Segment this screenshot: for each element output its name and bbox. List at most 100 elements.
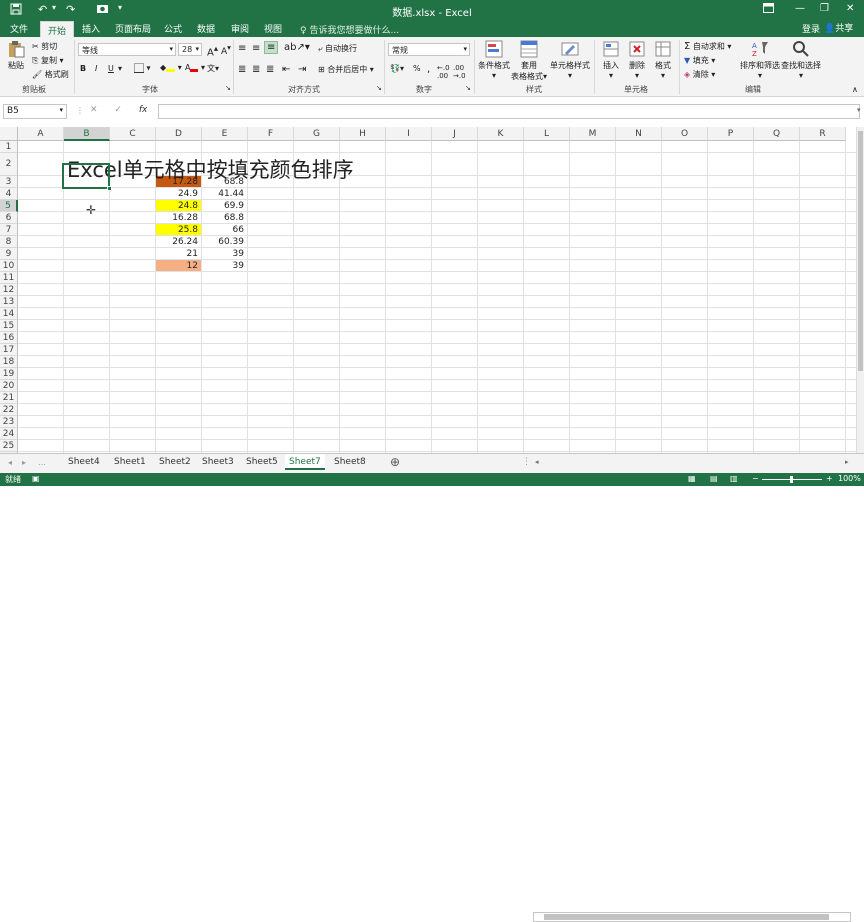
column-header-i[interactable]: I [386, 127, 432, 141]
conditional-format-button[interactable]: 条件格式 ▾ [476, 40, 512, 80]
cell-d5[interactable]: 24.8 [156, 200, 201, 211]
sheet-tab-sheet1[interactable]: Sheet1 [110, 456, 150, 468]
bold-button[interactable]: B [80, 64, 86, 73]
column-header-k[interactable]: K [478, 127, 524, 141]
column-header-f[interactable]: F [248, 127, 294, 141]
increase-indent-icon[interactable]: ⇥ [298, 64, 306, 75]
decrease-decimal-button[interactable]: .00 →.0 [453, 64, 466, 80]
cancel-icon[interactable]: ✕ [90, 105, 98, 115]
row-header-22[interactable]: 22 [0, 404, 18, 416]
font-color-button[interactable]: A ▾ [185, 63, 205, 72]
tab-file[interactable]: 文件 [10, 22, 28, 35]
tab-home[interactable]: 开始 [40, 21, 75, 37]
underline-button[interactable]: U [108, 64, 114, 73]
selected-cell-highlight[interactable] [62, 163, 112, 191]
font-size-dropdown[interactable]: 28 ▾ [178, 43, 202, 56]
cell-d9[interactable]: 21 [156, 248, 201, 259]
decrease-indent-icon[interactable]: ⇤ [282, 64, 290, 75]
row-header-16[interactable]: 16 [0, 332, 18, 344]
tab-page-layout[interactable]: 页面布局 [115, 22, 151, 35]
find-select-button[interactable]: 查找和选择 ▾ [781, 40, 821, 80]
cell-e10[interactable]: 39 [202, 260, 247, 271]
cell-e7[interactable]: 66 [202, 224, 247, 235]
column-header-p[interactable]: P [708, 127, 754, 141]
sheet-tab-sheet8[interactable]: Sheet8 [330, 456, 370, 468]
cell-e9[interactable]: 39 [202, 248, 247, 259]
row-header-5[interactable]: 5 [0, 200, 18, 212]
row-header-18[interactable]: 18 [0, 356, 18, 368]
fill-color-button[interactable]: ◆ ▾ [160, 63, 182, 72]
row-header-8[interactable]: 8 [0, 236, 18, 248]
column-header-a[interactable]: A [18, 127, 64, 141]
scroll-tabs-right-icon[interactable]: ▸ [22, 458, 26, 467]
minimize-icon[interactable]: — [795, 3, 805, 14]
zoom-in-icon[interactable]: + [826, 474, 833, 483]
comma-style-button[interactable]: , [427, 64, 430, 75]
vertical-scroll-thumb[interactable] [858, 131, 863, 371]
tab-insert[interactable]: 插入 [82, 22, 100, 35]
merge-center-button[interactable]: ⊞ 合并后居中 ▾ [318, 64, 374, 75]
name-box[interactable]: B5 ▾ [3, 104, 67, 119]
expand-formula-bar-icon[interactable]: ▾ [857, 106, 861, 114]
column-header-r[interactable]: R [800, 127, 846, 141]
cell-styles-button[interactable]: 单元格样式 ▾ [548, 40, 592, 80]
font-name-dropdown[interactable]: 等线 ▾ [78, 43, 176, 56]
worksheet-grid[interactable]: ABCDEFGHIJKLMNOPQR 1 2 3 4 5 6 7 8 9 10 11 12 13 14 15… [0, 127, 856, 453]
macro-record-icon[interactable]: ▣ [32, 474, 40, 483]
zoom-slider-thumb[interactable] [790, 476, 793, 483]
page-break-view-icon[interactable]: ▥ [730, 474, 738, 483]
align-right-icon[interactable]: ≣ [266, 64, 274, 75]
collapse-ribbon-icon[interactable]: ∧ [852, 85, 858, 94]
row-header-11[interactable]: 11 [0, 272, 18, 284]
horizontal-scrollbar[interactable] [533, 912, 851, 922]
row-header-12[interactable]: 12 [0, 284, 18, 296]
add-sheet-icon[interactable]: ⊕ [390, 455, 400, 469]
accounting-format-button[interactable]: 💱▾ [390, 64, 404, 73]
underline-dropdown-icon[interactable]: ▾ [118, 64, 122, 73]
format-painter-button[interactable]: 🖌 格式刷 [32, 69, 69, 80]
paste-button[interactable]: 粘贴 [4, 40, 28, 71]
align-top-icon[interactable]: ≡ [238, 43, 246, 54]
cell-d10[interactable]: 12 [156, 260, 201, 271]
autosum-button[interactable]: Σ 自动求和 ▾ [684, 41, 731, 52]
row-header-3[interactable]: 3 [0, 176, 18, 188]
cell-d8[interactable]: 26.24 [156, 236, 201, 247]
zoom-level[interactable]: 100% [838, 474, 861, 483]
column-header-h[interactable]: H [340, 127, 386, 141]
tell-me-box[interactable]: ♀ 告诉我您想要做什么... [300, 23, 399, 36]
column-header-c[interactable]: C [110, 127, 156, 141]
format-as-table-button[interactable]: 套用 表格格式▾ [511, 40, 547, 82]
row-header-6[interactable]: 6 [0, 212, 18, 224]
column-header-d[interactable]: D [156, 127, 202, 141]
cell-e4[interactable]: 41.44 [202, 188, 247, 199]
row-header-2[interactable]: 2 [0, 153, 18, 176]
scroll-left-icon[interactable]: ◂ [535, 458, 539, 466]
italic-button[interactable]: I [95, 64, 97, 73]
enter-icon[interactable]: ✓ [114, 105, 122, 115]
scroll-right-icon[interactable]: ▸ [845, 458, 849, 466]
share-button[interactable]: 👤共享 [824, 21, 853, 34]
fill-button[interactable]: ▼ 填充 ▾ [684, 55, 715, 66]
sheet-tab-sheet2[interactable]: Sheet2 [155, 456, 195, 468]
tab-review[interactable]: 审阅 [231, 22, 249, 35]
tab-data[interactable]: 数据 [197, 22, 215, 35]
number-format-dropdown[interactable]: 常规 ▾ [388, 43, 470, 56]
row-header-1[interactable]: 1 [0, 141, 18, 153]
login-link[interactable]: 登录 [802, 22, 820, 35]
font-dialog-launcher-icon[interactable]: ↘ [225, 84, 231, 92]
more-tabs-icon[interactable]: … [38, 458, 46, 467]
cell-d7[interactable]: 25.8 [156, 224, 201, 235]
tab-view[interactable]: 视图 [264, 22, 282, 35]
close-icon[interactable]: ✕ [846, 3, 854, 14]
zoom-out-icon[interactable]: − [752, 474, 759, 483]
column-header-g[interactable]: G [294, 127, 340, 141]
column-header-e[interactable]: E [202, 127, 248, 141]
align-left-icon[interactable]: ≣ [238, 64, 246, 75]
row-header-17[interactable]: 17 [0, 344, 18, 356]
align-middle-icon[interactable]: ≡ [252, 43, 260, 54]
row-header-21[interactable]: 21 [0, 392, 18, 404]
row-header-25[interactable]: 25 [0, 440, 18, 452]
cell-e8[interactable]: 60.39 [202, 236, 247, 247]
increase-font-button[interactable]: A▴ [207, 43, 218, 58]
row-header-15[interactable]: 15 [0, 320, 18, 332]
